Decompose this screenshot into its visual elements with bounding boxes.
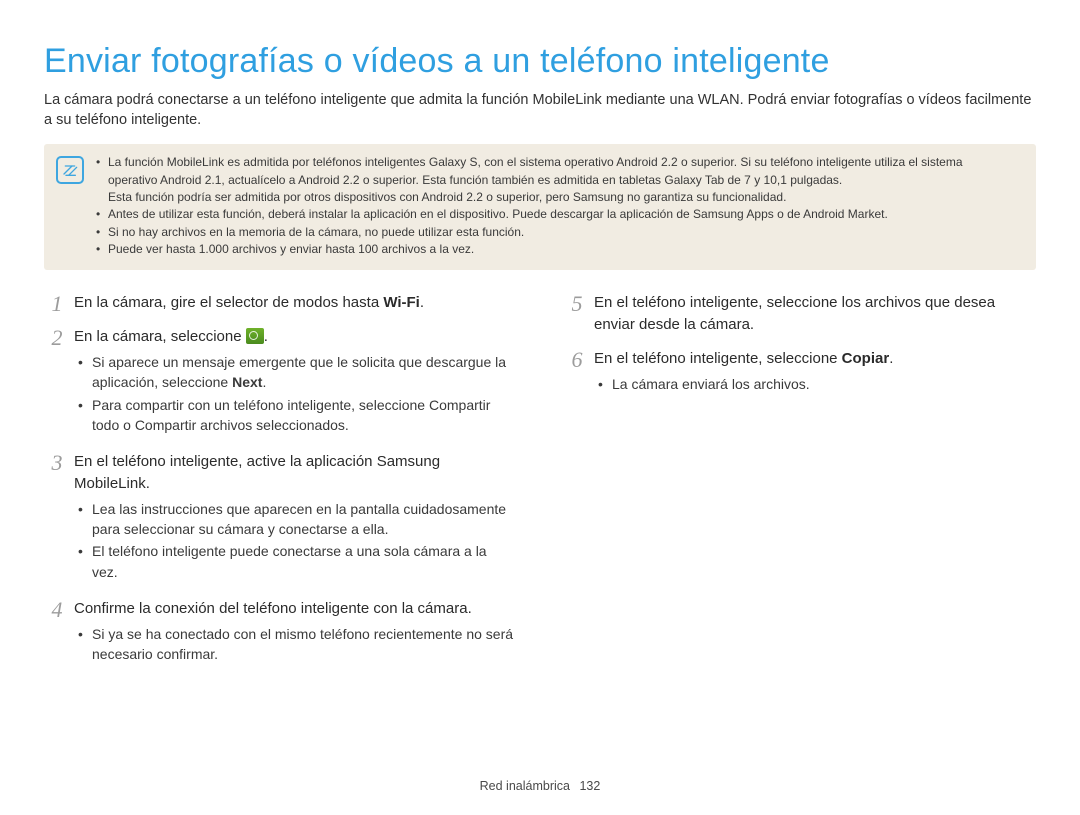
manual-page: Enviar fotografías o vídeos a un teléfon… (0, 0, 1080, 815)
wifi-label: Wi-Fi (383, 294, 420, 311)
sub-item: El teléfono inteligente puede conectarse… (78, 541, 516, 582)
sub-list: Lea las instrucciones que aparecen en la… (74, 499, 516, 582)
note-item: Antes de utilizar esta función, deberá i… (96, 206, 963, 223)
step-number: 5 (564, 292, 590, 316)
note-icon (56, 156, 84, 184)
sub-item: Si ya se ha conectado con el mismo teléf… (78, 624, 516, 665)
step-number: 3 (44, 451, 70, 475)
step-2: 2 En la cámara, seleccione . Si aparece … (44, 326, 516, 443)
left-column: 1 En la cámara, gire el selector de modo… (44, 292, 516, 680)
note-text: Si no hay archivos en la memoria de la c… (108, 225, 524, 239)
step-number: 6 (564, 348, 590, 372)
sub-item: Lea las instrucciones que aparecen en la… (78, 499, 516, 540)
note-list: La función MobileLink es admitida por te… (96, 154, 963, 258)
note-item: Puede ver hasta 1.000 archivos y enviar … (96, 241, 963, 258)
note-text: La función MobileLink es admitida por te… (108, 155, 963, 169)
note-box: La función MobileLink es admitida por te… (44, 144, 1036, 270)
step-text: Confirme la conexión del teléfono inteli… (74, 598, 516, 620)
step-text: En la cámara, seleccione . (74, 326, 516, 348)
note-text: Antes de utilizar esta función, deberá i… (108, 207, 888, 221)
sub-list: Si aparece un mensaje emergente que le s… (74, 352, 516, 435)
step-number: 4 (44, 598, 70, 622)
page-footer: Red inalámbrica 132 (0, 779, 1080, 793)
footer-page-number: 132 (579, 779, 600, 793)
sub-item: Para compartir con un teléfono inteligen… (78, 395, 516, 436)
note-text: Puede ver hasta 1.000 archivos y enviar … (108, 242, 474, 256)
step-3: 3 En el teléfono inteligente, active la … (44, 451, 516, 590)
sub-item: Si aparece un mensaje emergente que le s… (78, 352, 516, 393)
sub-list: La cámara enviará los archivos. (594, 374, 1036, 394)
step-text: En la cámara, gire el selector de modos … (74, 292, 516, 314)
step-text: En el teléfono inteligente, active la ap… (74, 451, 516, 495)
step-4: 4 Confirme la conexión del teléfono inte… (44, 598, 516, 672)
page-title: Enviar fotografías o vídeos a un teléfon… (44, 42, 1036, 81)
note-item: Si no hay archivos en la memoria de la c… (96, 224, 963, 241)
intro-paragraph: La cámara podrá conectarse a un teléfono… (44, 91, 1036, 130)
step-5: 5 En el teléfono inteligente, seleccione… (564, 292, 1036, 340)
step-1: 1 En la cámara, gire el selector de modo… (44, 292, 516, 318)
step-text: En el teléfono inteligente, seleccione l… (594, 292, 1036, 336)
step-6: 6 En el teléfono inteligente, seleccione… (564, 348, 1036, 402)
step-number: 2 (44, 326, 70, 350)
mobilelink-icon (246, 328, 264, 344)
note-text: operativo Android 2.1, actualícelo a And… (108, 172, 963, 189)
note-text: Esta función podría ser admitida por otr… (108, 189, 963, 206)
step-text: En el teléfono inteligente, seleccione C… (594, 348, 1036, 370)
step-number: 1 (44, 292, 70, 316)
sub-item: La cámara enviará los archivos. (598, 374, 1036, 394)
steps-columns: 1 En la cámara, gire el selector de modo… (44, 292, 1036, 680)
right-column: 5 En el teléfono inteligente, seleccione… (564, 292, 1036, 680)
sub-list: Si ya se ha conectado con el mismo teléf… (74, 624, 516, 665)
note-item: La función MobileLink es admitida por te… (96, 154, 963, 206)
footer-section: Red inalámbrica (480, 779, 570, 793)
